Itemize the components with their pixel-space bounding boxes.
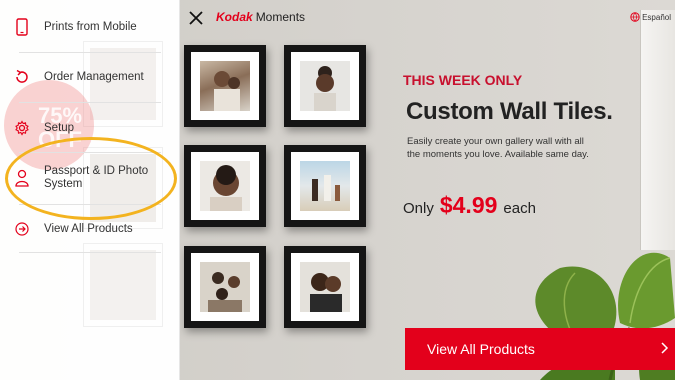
divider bbox=[19, 102, 161, 103]
wall-tile-photo-5 bbox=[184, 246, 266, 328]
wall-tile-photo-3 bbox=[184, 145, 266, 227]
sidebar-item-order-management[interactable]: Order Management bbox=[0, 64, 180, 90]
close-icon[interactable] bbox=[188, 10, 204, 26]
divider bbox=[19, 252, 161, 253]
promo-headline: Custom Wall Tiles. bbox=[406, 98, 613, 125]
kiosk-screen: THIS WEEK ONLY Custom Wall Tiles. Easily… bbox=[0, 0, 675, 380]
wall-tile-photo-2 bbox=[284, 45, 366, 127]
faded-photo-decoration bbox=[84, 244, 162, 326]
price-value: $4.99 bbox=[439, 192, 498, 218]
wall-tile-photo-6 bbox=[284, 246, 366, 328]
globe-icon bbox=[630, 12, 640, 22]
cta-label: View All Products bbox=[427, 341, 535, 357]
top-bar: Kodak Moments Español bbox=[180, 6, 675, 32]
wall-tile-photo-1 bbox=[184, 45, 266, 127]
wall-tile-photo-4 bbox=[284, 145, 366, 227]
view-all-products-button[interactable]: View All Products bbox=[405, 328, 675, 370]
price-prefix: Only bbox=[403, 200, 434, 217]
language-label: Español bbox=[642, 12, 671, 22]
promo-description: Easily create your own gallery wall with… bbox=[407, 136, 589, 160]
sidebar-menu: 75% OFF Prints from Mobile Order Managem… bbox=[0, 0, 180, 380]
sidebar-item-label: Prints from Mobile bbox=[44, 20, 137, 33]
brand-kodak: Kodak bbox=[216, 10, 253, 24]
brand-logo: Kodak Moments bbox=[216, 10, 305, 24]
sidebar-item-label: View All Products bbox=[44, 222, 133, 235]
price-line: Only $4.99 each bbox=[403, 192, 536, 219]
sidebar-item-prints-from-mobile[interactable]: Prints from Mobile bbox=[0, 14, 180, 40]
sidebar-item-label: Order Management bbox=[44, 70, 144, 83]
refresh-icon bbox=[13, 68, 31, 86]
arrow-circle-icon bbox=[13, 220, 31, 238]
highlight-annotation bbox=[5, 137, 177, 220]
gear-icon bbox=[13, 119, 31, 137]
brand-moments: Moments bbox=[255, 10, 306, 24]
price-suffix: each bbox=[503, 200, 536, 217]
divider bbox=[19, 52, 161, 53]
chevron-right-icon bbox=[661, 342, 669, 354]
sidebar-item-label: Setup bbox=[44, 121, 75, 134]
promo-tag: THIS WEEK ONLY bbox=[403, 72, 523, 88]
phone-icon bbox=[13, 18, 31, 36]
language-toggle[interactable]: Español bbox=[630, 12, 671, 22]
window-frame-decoration bbox=[640, 10, 675, 250]
